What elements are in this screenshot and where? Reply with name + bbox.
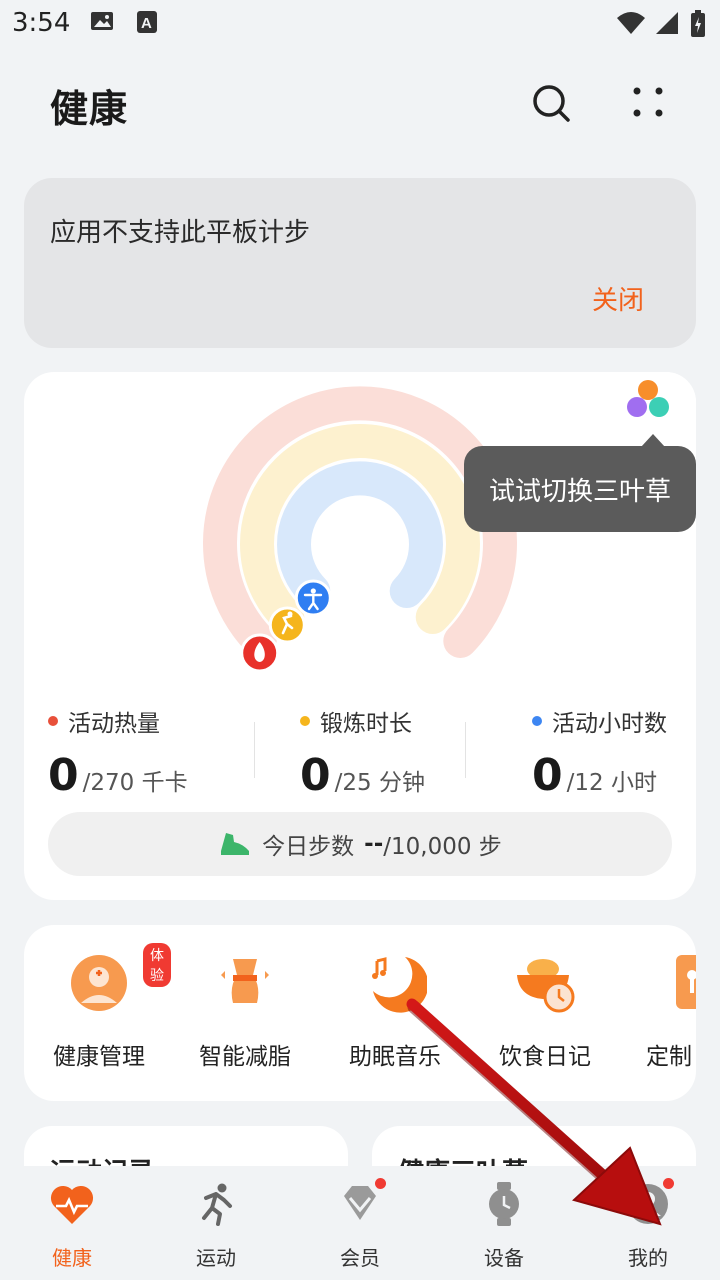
nav-membership[interactable]: 会员	[288, 1178, 432, 1271]
exercise-dot-icon	[300, 716, 310, 726]
shortcut-label: 智能减脂	[199, 1044, 291, 1070]
stat-goal: /270 千卡	[82, 770, 188, 796]
battery-icon	[691, 10, 705, 37]
text-notification-icon: A	[137, 11, 157, 33]
status-bar: 3:54 A	[0, 0, 720, 48]
profile-notification-dot	[663, 1178, 674, 1189]
notice-text: 应用不支持此平板计步	[50, 218, 311, 248]
notice-close-button[interactable]: 关闭	[592, 280, 644, 317]
daily-steps-pill[interactable]: 今日步数 -- /10,000 步	[48, 812, 672, 876]
watch-icon	[489, 1182, 519, 1226]
stat-value: 0	[300, 750, 331, 801]
shortcut-custom[interactable]: 定制	[620, 951, 696, 1071]
trial-badge: 体验	[143, 943, 171, 987]
stat-label: 活动小时数	[552, 711, 667, 737]
nav-label: 运动	[196, 1246, 236, 1270]
nav-label: 我的	[628, 1246, 668, 1270]
stat-label: 活动热量	[68, 711, 160, 737]
nav-me[interactable]: 我的	[576, 1178, 720, 1271]
running-icon	[202, 1183, 232, 1226]
clover-icon	[627, 380, 669, 417]
stat-active-hours: 活动小时数 0/12 小时	[532, 704, 667, 801]
shortcut-label: 定制	[646, 1044, 692, 1070]
service-shortcuts: 体验 健康管理 智能减脂 助眠音乐 饮食日记 定制	[24, 925, 696, 1101]
calorie-dot-icon	[48, 716, 58, 726]
stat-exercise: 锻炼时长 0/25 分钟	[300, 704, 425, 801]
bottom-navigation: 健康 运动 会员 设备 我的	[0, 1166, 720, 1280]
activity-rings-card[interactable]: 试试切换三叶草 活动热量 0/270 千卡 锻炼时长 0/25 分钟 活动小时数…	[24, 372, 696, 900]
stat-divider	[465, 722, 466, 778]
search-icon	[533, 85, 570, 122]
clover-switch-button[interactable]	[600, 372, 696, 432]
stat-goal: /12 小时	[566, 770, 657, 796]
hours-dot-icon	[532, 716, 542, 726]
signal-icon	[656, 12, 678, 34]
shortcut-sleep-music[interactable]: 助眠音乐	[320, 951, 470, 1071]
shortcut-label: 健康管理	[53, 1044, 145, 1070]
body-shape-icon	[221, 959, 269, 1003]
sleep-music-icon	[372, 957, 429, 1013]
shortcut-health-management[interactable]: 体验 健康管理	[24, 943, 174, 1071]
wifi-icon	[617, 12, 645, 34]
svg-text:A: A	[141, 15, 152, 32]
nav-label: 设备	[484, 1246, 524, 1270]
clover-tooltip: 试试切换三叶草	[464, 446, 696, 532]
custom-plan-icon	[676, 955, 696, 1009]
heart-pulse-icon	[50, 1185, 94, 1224]
shortcut-label: 饮食日记	[499, 1044, 591, 1070]
more-dots-icon	[633, 87, 663, 117]
status-time: 3:54	[12, 8, 71, 38]
steps-value: --	[364, 831, 384, 857]
stat-goal: /25 分钟	[334, 770, 425, 796]
more-menu-button[interactable]	[626, 80, 672, 126]
shortcut-smart-fat-loss[interactable]: 智能减脂	[170, 951, 320, 1071]
page-title: 健康	[50, 87, 129, 131]
health-management-icon	[71, 955, 127, 1011]
shoe-icon	[221, 833, 250, 855]
shortcut-diet-diary[interactable]: 饮食日记	[470, 951, 620, 1071]
image-notification-icon	[91, 12, 113, 30]
hours-ring-track	[277, 461, 443, 608]
unsupported-notice-card: 应用不支持此平板计步 关闭	[24, 178, 696, 348]
nav-label: 健康	[52, 1246, 92, 1270]
nav-health[interactable]: 健康	[0, 1180, 144, 1271]
nav-devices[interactable]: 设备	[432, 1180, 576, 1271]
stat-label: 锻炼时长	[320, 711, 412, 737]
shortcut-label: 助眠音乐	[349, 1044, 441, 1070]
search-button[interactable]	[528, 80, 574, 126]
steps-goal: /10,000 步	[383, 834, 502, 860]
activity-rings-chart	[203, 386, 517, 673]
membership-notification-dot	[375, 1178, 386, 1189]
stat-divider	[254, 722, 255, 778]
stat-calories: 活动热量 0/270 千卡	[48, 704, 188, 801]
stat-value: 0	[48, 750, 79, 801]
nav-label: 会员	[340, 1246, 380, 1270]
nav-exercise[interactable]: 运动	[144, 1180, 288, 1271]
diet-diary-icon	[517, 959, 575, 1013]
steps-label: 今日步数	[262, 834, 355, 860]
stat-value: 0	[532, 750, 563, 801]
